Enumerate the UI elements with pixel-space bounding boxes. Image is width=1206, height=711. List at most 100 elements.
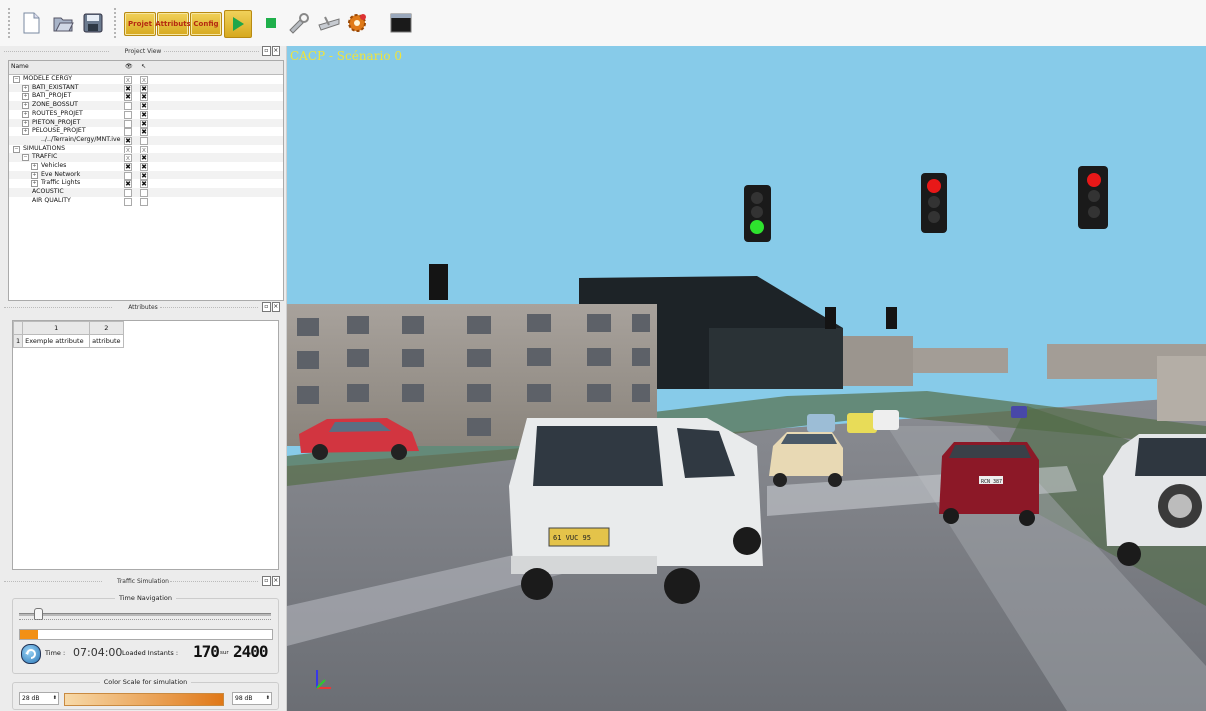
spin-arrows-icon[interactable]: ⬍ [266,693,270,704]
project-view-titlebar[interactable]: Project View ▫ × [4,46,282,57]
expand-icon[interactable]: + [31,171,38,179]
street-scene: 61 VUC 95 RCN 387 [287,166,1206,711]
scene-title: CACP - Scénario 0 [290,49,402,63]
play-button[interactable] [224,10,252,38]
collapse-icon[interactable]: − [22,154,29,162]
refresh-button[interactable] [21,644,41,664]
tree-item[interactable]: + Traffic Lights ✖ ✖ [9,179,283,189]
tree-item-label: Traffic Lights [41,179,81,187]
expand-icon[interactable]: + [22,102,29,110]
selectable-checkbox[interactable] [140,197,148,206]
attributes-title: Attributes [128,304,158,311]
3d-viewport[interactable]: 61 VUC 95 RCN 387 CACP - Scénario 0 [287,46,1206,711]
loading-progress-fill [20,630,38,639]
tree-item-label: TRAFFIC [32,153,58,161]
tree-item[interactable]: + ROUTES_PROJET ✖ [9,110,283,119]
float-icon[interactable]: ▫ [262,46,271,56]
tree-item[interactable]: − TRAFFIC x ✖ [9,153,283,163]
tree-header: Name 👁 ↖ [9,61,283,75]
tree-item-label: BATI_PROJET [32,92,72,100]
settings-button[interactable] [344,10,370,36]
wrench-icon [289,13,309,34]
traffic-light-green [744,185,771,242]
name-column-header[interactable]: Name [11,63,29,70]
tree-item[interactable]: + Vehicles ✖ ✖ [9,162,283,171]
config-mode-button[interactable]: Config [190,12,222,36]
tree-item[interactable]: + PIETON_PROJET ✖ [9,118,283,128]
attributes-titlebar[interactable]: Attributes ▫ × [4,302,282,313]
cursor-icon[interactable]: ↖ [141,63,146,70]
toolbar-grip[interactable] [8,8,13,38]
close-icon[interactable]: × [271,576,280,586]
project-tree[interactable]: Name 👁 ↖ − MODELE CERGY x x + BATI_EXISTANT ✖ ✖… [8,60,284,301]
time-slider-track[interactable] [19,613,271,616]
expand-icon[interactable]: + [22,110,29,118]
expand-icon[interactable]: + [31,180,38,188]
attribute-name-cell[interactable]: Exemple attribute [22,334,91,348]
purple-car [1011,406,1027,418]
spin-arrows-icon[interactable]: ⬍ [53,693,57,704]
blue-car [807,414,835,432]
traffic-light-red-1 [921,173,947,233]
open-file-button[interactable] [50,10,76,36]
traffic-light-back-2 [825,307,836,329]
new-file-button[interactable] [18,10,44,36]
row-header-1[interactable]: 1 [12,334,24,348]
close-icon[interactable]: × [271,46,280,56]
tree-item[interactable]: + PELOUSE_PROJET ✖ [9,127,283,137]
column-header-2[interactable]: 2 [89,321,124,335]
white-car-far [873,410,899,430]
measure-button[interactable] [316,10,342,36]
save-file-button[interactable] [80,10,106,36]
project-mode-button[interactable]: Projet [124,12,156,36]
close-icon[interactable]: × [271,302,280,312]
loaded-instants-label: Loaded Instants : [122,649,179,657]
tree-item-label: ../../Terrain/Cergy/MNT.ive [41,135,121,143]
distant-building-1 [843,336,913,386]
max-db-spinbox[interactable]: 98 dB ⬍ [232,692,272,705]
van-plate: 61 VUC 95 [553,534,591,542]
attributes-mode-button[interactable]: Attributs [155,12,191,36]
yellow-car [847,413,877,433]
collapse-icon[interactable]: − [13,76,20,83]
loading-progress-bar [19,629,273,640]
eye-icon[interactable]: 👁 [125,63,133,70]
corner-cell [12,321,24,335]
tree-item[interactable]: + Eve Network ✖ [9,170,283,180]
tree-item-label: SIMULATIONS [23,144,65,152]
min-db-value: 28 dB [22,695,40,702]
expand-icon[interactable]: + [22,93,29,101]
column-header-1[interactable]: 1 [22,321,91,335]
tree-item[interactable]: ACOUSTIC [9,188,283,198]
attributes-table[interactable]: 1 2 1 Exemple attribute attribute [12,320,279,570]
tree-item[interactable]: + ZONE_BOSSUT ✖ [9,101,283,111]
tree-item-label: BATI_EXISTANT [32,83,79,91]
tree-rows: − MODELE CERGY x x + BATI_EXISTANT ✖ ✖ + BATI_PRO… [9,75,283,215]
tree-item-label: AIR QUALITY [32,196,71,204]
expand-icon[interactable]: + [31,163,38,170]
min-db-spinbox[interactable]: 28 dB ⬍ [19,692,59,705]
attribute-value-cell[interactable]: attribute [89,334,124,348]
stop-button[interactable] [258,10,284,36]
slider-ticks [19,619,271,622]
tree-item[interactable]: + BATI_PROJET ✖ ✖ [9,92,283,102]
expand-icon[interactable]: + [22,119,29,127]
tree-item[interactable]: AIR QUALITY [9,197,283,206]
visibility-checkbox[interactable] [124,197,132,206]
terminal-button[interactable] [388,10,414,36]
collapse-icon[interactable]: − [13,145,20,153]
tree-item[interactable]: ../../Terrain/Cergy/MNT.ive ✖ [9,135,283,145]
float-icon[interactable]: ▫ [262,576,271,586]
tree-item[interactable]: − MODELE CERGY x x [9,75,283,84]
float-icon[interactable]: ▫ [262,302,271,312]
tree-item[interactable]: + BATI_EXISTANT ✖ ✖ [9,83,283,93]
tree-item-label: PIETON_PROJET [32,118,81,126]
time-navigation-label: Time Navigation [114,594,177,602]
tree-item[interactable]: − SIMULATIONS x x [9,145,283,154]
open-folder-icon [53,17,74,32]
ruler-icon [318,16,340,31]
traffic-simulation-titlebar[interactable]: Traffic Simulation ▫ × [4,576,282,587]
expand-icon[interactable]: + [22,128,29,136]
expand-icon[interactable]: + [22,84,29,92]
tools-button[interactable] [286,10,312,36]
